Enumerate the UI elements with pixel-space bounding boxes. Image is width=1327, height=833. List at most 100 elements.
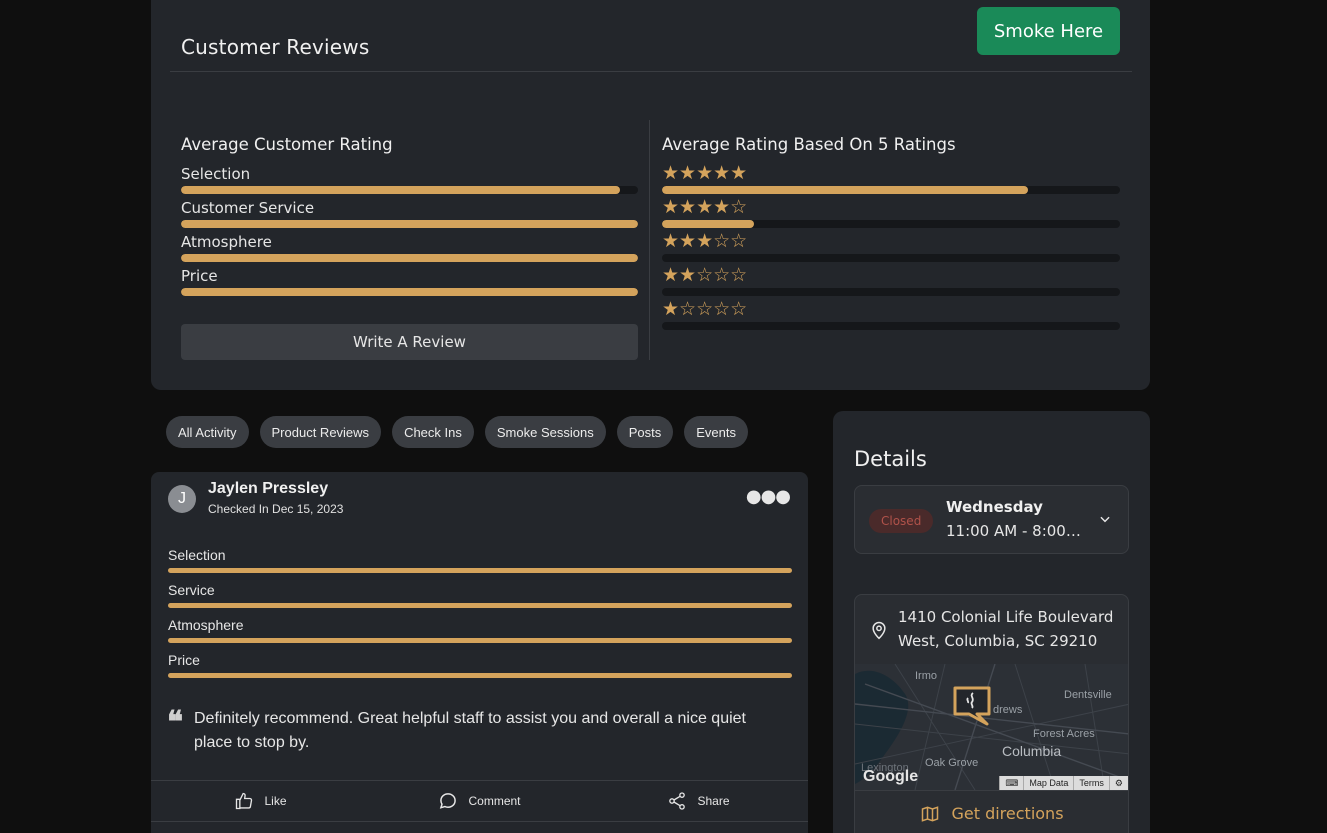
post-rating-bar xyxy=(168,638,792,643)
star-icons: ★☆☆☆☆ xyxy=(662,298,748,320)
filter-chip[interactable]: Posts xyxy=(616,416,674,448)
post-rating-row: Price xyxy=(168,651,792,686)
category-bar xyxy=(181,220,638,228)
star-distribution-row: ★★☆☆☆ xyxy=(662,263,1120,297)
review-text: Definitely recommend. Great helpful staf… xyxy=(194,710,746,751)
category-rating-row: Customer Service xyxy=(181,195,638,229)
star-distribution-row: ★★★★☆ xyxy=(662,195,1120,229)
map-icon xyxy=(922,805,939,822)
distribution-bar xyxy=(662,288,1120,296)
category-rating-row: Atmosphere xyxy=(181,229,638,263)
status-badge: Closed xyxy=(869,509,934,533)
settings-icon[interactable]: ⚙ xyxy=(1108,776,1128,790)
thumbs-up-icon xyxy=(236,792,253,810)
star-icons: ★★☆☆☆ xyxy=(662,264,748,286)
post-rating-bar-fill xyxy=(168,638,792,643)
avatar[interactable]: J xyxy=(168,485,196,513)
map-label-oak-grove: Oak Grove xyxy=(925,757,979,769)
category-bar xyxy=(181,186,638,194)
chevron-down-icon[interactable] xyxy=(1098,512,1112,526)
category-rating-row: Selection xyxy=(181,161,638,195)
smoke-here-button[interactable]: Smoke Here xyxy=(977,7,1120,55)
comment-button[interactable]: Comment xyxy=(370,791,589,811)
comment-icon xyxy=(440,793,457,809)
post-author[interactable]: Jaylen Pressley xyxy=(208,480,328,498)
write-review-button[interactable]: Write A Review xyxy=(181,324,638,360)
get-directions-label: Get directions xyxy=(951,804,1064,823)
map-label-drews: drews xyxy=(993,704,1023,716)
average-rating-heading: Average Customer Rating xyxy=(181,135,393,154)
category-bar-fill xyxy=(181,220,638,228)
category-bar-fill xyxy=(181,186,620,194)
reviews-title: Customer Reviews xyxy=(181,35,370,59)
activity-filters: All Activity Product Reviews Check Ins Smok… xyxy=(166,416,748,448)
post-rating-label: Price xyxy=(168,652,200,668)
keyboard-icon[interactable]: ⌨ xyxy=(999,776,1023,790)
category-bar xyxy=(181,254,638,262)
store-marker-icon[interactable] xyxy=(951,684,993,728)
post-rating-row: Atmosphere xyxy=(168,616,792,651)
like-button[interactable]: Like xyxy=(151,791,370,811)
post-actions: Like Comment Share xyxy=(151,780,808,822)
distribution-bar-fill xyxy=(662,186,1029,194)
star-distribution-row: ★★★★★ xyxy=(662,161,1120,195)
post-rating-row: Service xyxy=(168,581,792,616)
hours-day: Wednesday xyxy=(946,498,1043,516)
map-label-irmo: Irmo xyxy=(915,670,937,682)
share-icon xyxy=(669,792,686,810)
map-label-forest-acres: Forest Acres xyxy=(1033,728,1095,740)
post-rating-bar-fill xyxy=(168,603,792,608)
filter-chip[interactable]: Check Ins xyxy=(392,416,474,448)
share-button[interactable]: Share xyxy=(589,791,808,811)
post-rating-label: Service xyxy=(168,582,215,598)
category-bar xyxy=(181,288,638,296)
category-label: Price xyxy=(181,267,218,285)
post-ratings: Selection Service Atmosphere Price xyxy=(168,546,792,686)
comment-label: Comment xyxy=(468,794,521,808)
map-label-columbia: Columbia xyxy=(1002,743,1062,759)
star-icons: ★★★★☆ xyxy=(662,196,748,218)
address: 1410 Colonial Life Boulevard West, Colum… xyxy=(898,605,1113,653)
more-options-icon[interactable]: ●●● xyxy=(746,486,791,507)
star-distribution-row: ★★★☆☆ xyxy=(662,229,1120,263)
map-attribution: ⌨ Map Data Terms ⚙ xyxy=(999,776,1128,790)
filter-chip[interactable]: Events xyxy=(684,416,748,448)
rating-distribution: Average Rating Based On 5 Ratings ★★★★★ … xyxy=(662,135,1120,331)
distribution-bar xyxy=(662,220,1120,228)
map[interactable]: Irmo Dentsville drews Forest Acres Colum… xyxy=(855,664,1128,790)
post-rating-bar xyxy=(168,568,792,573)
filter-chip[interactable]: All Activity xyxy=(166,416,249,448)
post-rating-bar xyxy=(168,603,792,608)
divider xyxy=(170,71,1132,72)
share-label: Share xyxy=(697,794,730,808)
post-rating-row: Selection xyxy=(168,546,792,581)
details-title: Details xyxy=(854,447,927,471)
get-directions-button[interactable]: Get directions xyxy=(855,790,1128,833)
distribution-heading: Average Rating Based On 5 Ratings xyxy=(662,135,956,154)
filter-chip[interactable]: Product Reviews xyxy=(259,416,382,448)
map-data-link[interactable]: Map Data xyxy=(1023,776,1073,790)
post-rating-label: Atmosphere xyxy=(168,617,244,633)
post-rating-bar xyxy=(168,673,792,678)
address-line1: 1410 Colonial Life Boulevard xyxy=(898,608,1114,626)
map-label-dentsville: Dentsville xyxy=(1064,689,1112,701)
category-label: Customer Service xyxy=(181,199,315,217)
distribution-bar-fill xyxy=(662,220,754,228)
filter-chip[interactable]: Smoke Sessions xyxy=(484,416,606,448)
hours-dropdown[interactable]: Closed Wednesday 11:00 AM - 8:00 PM xyxy=(854,485,1129,554)
location-card: 1410 Colonial Life Boulevard West, Colum… xyxy=(854,594,1129,833)
star-icons: ★★★☆☆ xyxy=(662,230,748,252)
category-rating-row: Price xyxy=(181,263,638,297)
category-label: Selection xyxy=(181,165,251,183)
address-line2: West, Columbia, SC 29210 xyxy=(898,632,1098,650)
customer-reviews-panel: Customer Reviews Smoke Here Average Cust… xyxy=(151,0,1150,390)
post-rating-bar-fill xyxy=(168,673,792,678)
post-meta: Checked In Dec 15, 2023 xyxy=(208,502,344,516)
average-customer-rating: Average Customer Rating Selection Custom… xyxy=(181,135,638,297)
terms-link[interactable]: Terms xyxy=(1073,776,1109,790)
column-divider xyxy=(649,120,650,360)
google-logo: Google xyxy=(863,768,919,785)
post-rating-label: Selection xyxy=(168,547,226,563)
like-label: Like xyxy=(264,794,287,808)
post-rating-bar-fill xyxy=(168,568,792,573)
